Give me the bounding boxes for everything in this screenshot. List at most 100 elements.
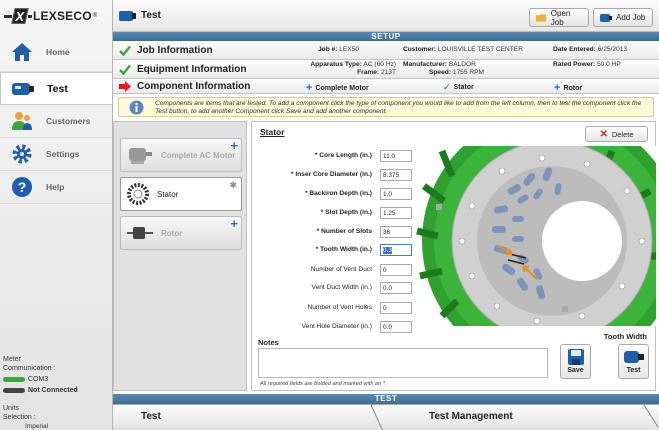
- equipment-information-label: Equipment Information: [137, 63, 247, 75]
- test-meter-icon: [11, 78, 35, 100]
- inner-core-diameter-input[interactable]: 8.375: [380, 169, 412, 181]
- component-information-label: Component Information: [137, 80, 251, 92]
- floppy-disk-icon: [567, 349, 584, 365]
- field-number-of-slots: * Number of Slots 36: [252, 226, 422, 238]
- tab-test[interactable]: Test: [141, 411, 161, 422]
- field-number-of-vent-duct: Number of Vent Duct 0: [252, 264, 422, 276]
- rotor-icon: [127, 227, 153, 239]
- number-of-vent-holes-input[interactable]: 0: [380, 302, 412, 314]
- folder-icon: [536, 13, 546, 22]
- port-name: COM3: [28, 376, 49, 383]
- connection-indicator-icon: [3, 388, 25, 393]
- number-of-slots-input[interactable]: 36: [380, 226, 412, 238]
- bottom-tabs: Test Test Management: [113, 404, 659, 430]
- component-rotor[interactable]: Rotor +: [120, 216, 242, 250]
- stator-detail-panel: Stator ✕ Delete * Core Length (in.) 11.0 …: [251, 121, 656, 391]
- gear-icon: [10, 143, 34, 165]
- add-rotor-link[interactable]: + Rotor: [554, 82, 582, 94]
- speed-key: Speed:: [429, 69, 451, 76]
- vent-hole-diameter-input[interactable]: 0.0: [380, 321, 412, 333]
- frame-key: Frame:: [357, 69, 380, 76]
- sidebar-item-label: Help: [46, 182, 65, 192]
- delete-button[interactable]: ✕ Delete: [585, 126, 648, 142]
- plus-icon: +: [230, 138, 238, 153]
- stator-title: Stator: [260, 127, 285, 137]
- sidebar-item-test[interactable]: Test: [0, 72, 112, 105]
- component-stator[interactable]: Stator ✱: [120, 177, 242, 211]
- page-title: Test: [141, 10, 161, 21]
- sidebar: X LEXSECO ® Home Test Customers Settings …: [0, 0, 113, 430]
- job-information-label: Job Information: [137, 44, 213, 56]
- equipment-information-row[interactable]: Equipment Information Apparatus Type: AC…: [113, 60, 659, 79]
- add-job-button[interactable]: Add Job: [593, 8, 653, 27]
- units-value[interactable]: Imperial: [3, 422, 110, 430]
- save-button[interactable]: Save: [560, 344, 591, 379]
- setup-section-bar: SETUP: [113, 32, 659, 41]
- red-arrow-icon: [119, 80, 131, 92]
- checkmark-icon: [119, 45, 131, 56]
- sidebar-item-settings[interactable]: Settings: [0, 138, 112, 171]
- open-job-button[interactable]: Open Job: [529, 8, 589, 27]
- backiron-depth-input[interactable]: 1.0: [380, 188, 412, 200]
- manufacturer-value: BALDOR: [448, 61, 476, 68]
- speed-value: 1755 RPM: [452, 69, 484, 76]
- field-slot-depth: * Slot Depth (in.) 1.25: [252, 207, 422, 219]
- component-list: Complete AC Motor + Stator ✱ Rotor +: [113, 121, 247, 391]
- test-section-bar: TEST: [113, 394, 659, 404]
- tooth-width-input[interactable]: 0.3: [380, 244, 412, 256]
- test-button[interactable]: Test: [618, 344, 649, 379]
- plus-icon: +: [554, 82, 561, 94]
- field-vent-duct-width: Vent Duct Width (in.) 0.0: [252, 282, 422, 294]
- add-complete-motor-link[interactable]: + Complete Motor: [306, 82, 369, 94]
- sidebar-item-customers[interactable]: Customers: [0, 105, 112, 138]
- stator-illustration: [412, 146, 656, 326]
- date-entered-value: 6/25/2013: [597, 46, 628, 53]
- info-note-text: Components are items that are tested. To…: [155, 100, 642, 115]
- customer-key: Customer:: [403, 46, 436, 53]
- house-icon: [10, 41, 34, 63]
- info-icon: [129, 100, 144, 115]
- gear-icon: ✱: [229, 180, 237, 190]
- manufacturer-key: Manufacturer:: [403, 61, 447, 68]
- job-number-key: Job #:: [318, 46, 338, 53]
- port-indicator-icon: [3, 377, 25, 382]
- job-information-row[interactable]: Job Information Job #: LEX50 Customer: L…: [113, 41, 659, 60]
- component-complete-ac-motor[interactable]: Complete AC Motor +: [120, 138, 242, 172]
- info-note: Components are items that are tested. To…: [118, 97, 654, 117]
- sidebar-item-help[interactable]: ? Help: [0, 171, 112, 204]
- red-x-icon: ✕: [599, 128, 608, 140]
- sidebar-item-label: Home: [46, 46, 70, 57]
- test-meter-icon: [119, 10, 137, 24]
- notes-textarea[interactable]: [258, 348, 548, 378]
- date-entered-key: Date Entered:: [553, 46, 596, 53]
- slot-depth-input[interactable]: 1.25: [380, 207, 412, 219]
- sidebar-item-home[interactable]: Home: [0, 32, 112, 72]
- vent-duct-width-input[interactable]: 0.0: [380, 282, 412, 294]
- notes-label: Notes: [258, 338, 279, 347]
- add-stator-link[interactable]: ✓ Stator: [443, 82, 474, 93]
- job-number-value: LEX50: [339, 46, 360, 53]
- core-length-input[interactable]: 11.0: [380, 150, 412, 162]
- frame-value: 213T: [380, 69, 396, 76]
- number-of-vent-duct-input[interactable]: 0: [380, 264, 412, 276]
- svg-text:?: ?: [18, 179, 27, 195]
- communication-label: Communication :: [3, 365, 56, 372]
- sidebar-item-label: Customers: [46, 116, 91, 126]
- apparatus-type-value: AC (60 Hz): [363, 61, 396, 68]
- field-inner-core-diameter: * Inser Core Diameter (in.) 8.375: [252, 169, 422, 181]
- field-vent-hole-diameter: Vent Hole Diameter (in.) 0.0: [252, 321, 422, 333]
- selection-label: Selection :: [3, 414, 36, 421]
- apparatus-type-key: Apparatus Type:: [310, 61, 362, 68]
- customer-value: LOUISVILLE TEST CENTER: [437, 46, 523, 53]
- checkmark-icon: [119, 64, 131, 75]
- plus-icon: +: [306, 82, 313, 94]
- motor-icon: [129, 148, 152, 164]
- sidebar-item-label: Settings: [46, 149, 80, 159]
- tab-test-management[interactable]: Test Management: [429, 411, 513, 422]
- test-meter-icon: [623, 351, 644, 363]
- rated-power-value: 50.0 HP: [596, 61, 621, 68]
- add-job-icon: [600, 13, 612, 22]
- tab-divider-icon: [370, 405, 659, 430]
- plus-icon: +: [230, 216, 238, 231]
- page-header: Test Open Job Add Job: [113, 0, 659, 32]
